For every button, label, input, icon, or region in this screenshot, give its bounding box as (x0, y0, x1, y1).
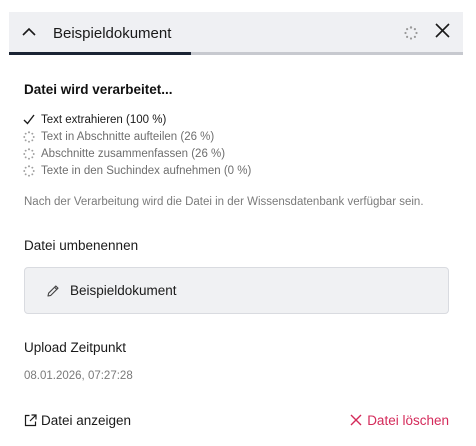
loading-spinner-icon (22, 130, 36, 144)
close-icon (350, 414, 363, 427)
processing-step: Text in Abschnitte aufteilen (26 %) (22, 128, 251, 145)
upload-time-label: Upload Zeitpunkt (24, 340, 127, 355)
processing-note: Nach der Verarbeitung wird die Datei in … (24, 196, 424, 208)
upload-time-value: 08.01.2026, 07:27:28 (24, 370, 133, 382)
processing-progress-bar (9, 52, 463, 55)
processing-step: Abschnitte zusammenfassen (26 %) (22, 145, 251, 162)
checkmark-icon (22, 113, 36, 127)
processing-step: Text extrahieren (100 %) (22, 111, 251, 128)
processing-step-label: Texte in den Suchindex aufnehmen (0 %) (41, 164, 252, 177)
document-details-panel: Beispieldokument Datei wird verarbeitet.… (0, 0, 476, 446)
delete-file-label[interactable]: Datei löschen (367, 413, 449, 428)
processing-progress-fill (9, 52, 191, 55)
loading-spinner-icon (22, 164, 36, 178)
chevron-up-icon (22, 23, 36, 41)
processing-step-label: Abschnitte zusammenfassen (26 %) (41, 147, 226, 160)
view-file-label[interactable]: Datei anzeigen (41, 413, 131, 428)
loading-spinner-icon (22, 147, 36, 161)
loading-spinner-icon (404, 26, 418, 40)
processing-step-label: Text in Abschnitte aufteilen (26 %) (41, 130, 215, 143)
collapse-button[interactable] (21, 24, 37, 40)
close-button[interactable] (433, 23, 451, 43)
document-title: Beispieldokument (53, 25, 172, 42)
processing-step-label: Text extrahieren (100 %) (41, 113, 167, 126)
rename-input[interactable]: Beispieldokument (24, 267, 449, 314)
pencil-icon (45, 283, 61, 299)
processing-title: Datei wird verarbeitet... (24, 82, 173, 97)
external-link-icon (24, 413, 38, 428)
close-icon (434, 23, 450, 43)
rename-input-value[interactable]: Beispieldokument (70, 283, 177, 298)
rename-label: Datei umbenennen (24, 238, 139, 253)
processing-step: Texte in den Suchindex aufnehmen (0 %) (22, 162, 251, 179)
view-file-link[interactable]: Datei anzeigen (24, 413, 131, 428)
delete-file-button[interactable]: Datei löschen (350, 413, 449, 428)
processing-steps: Text extrahieren (100 %) Text in Abschni… (22, 111, 251, 179)
